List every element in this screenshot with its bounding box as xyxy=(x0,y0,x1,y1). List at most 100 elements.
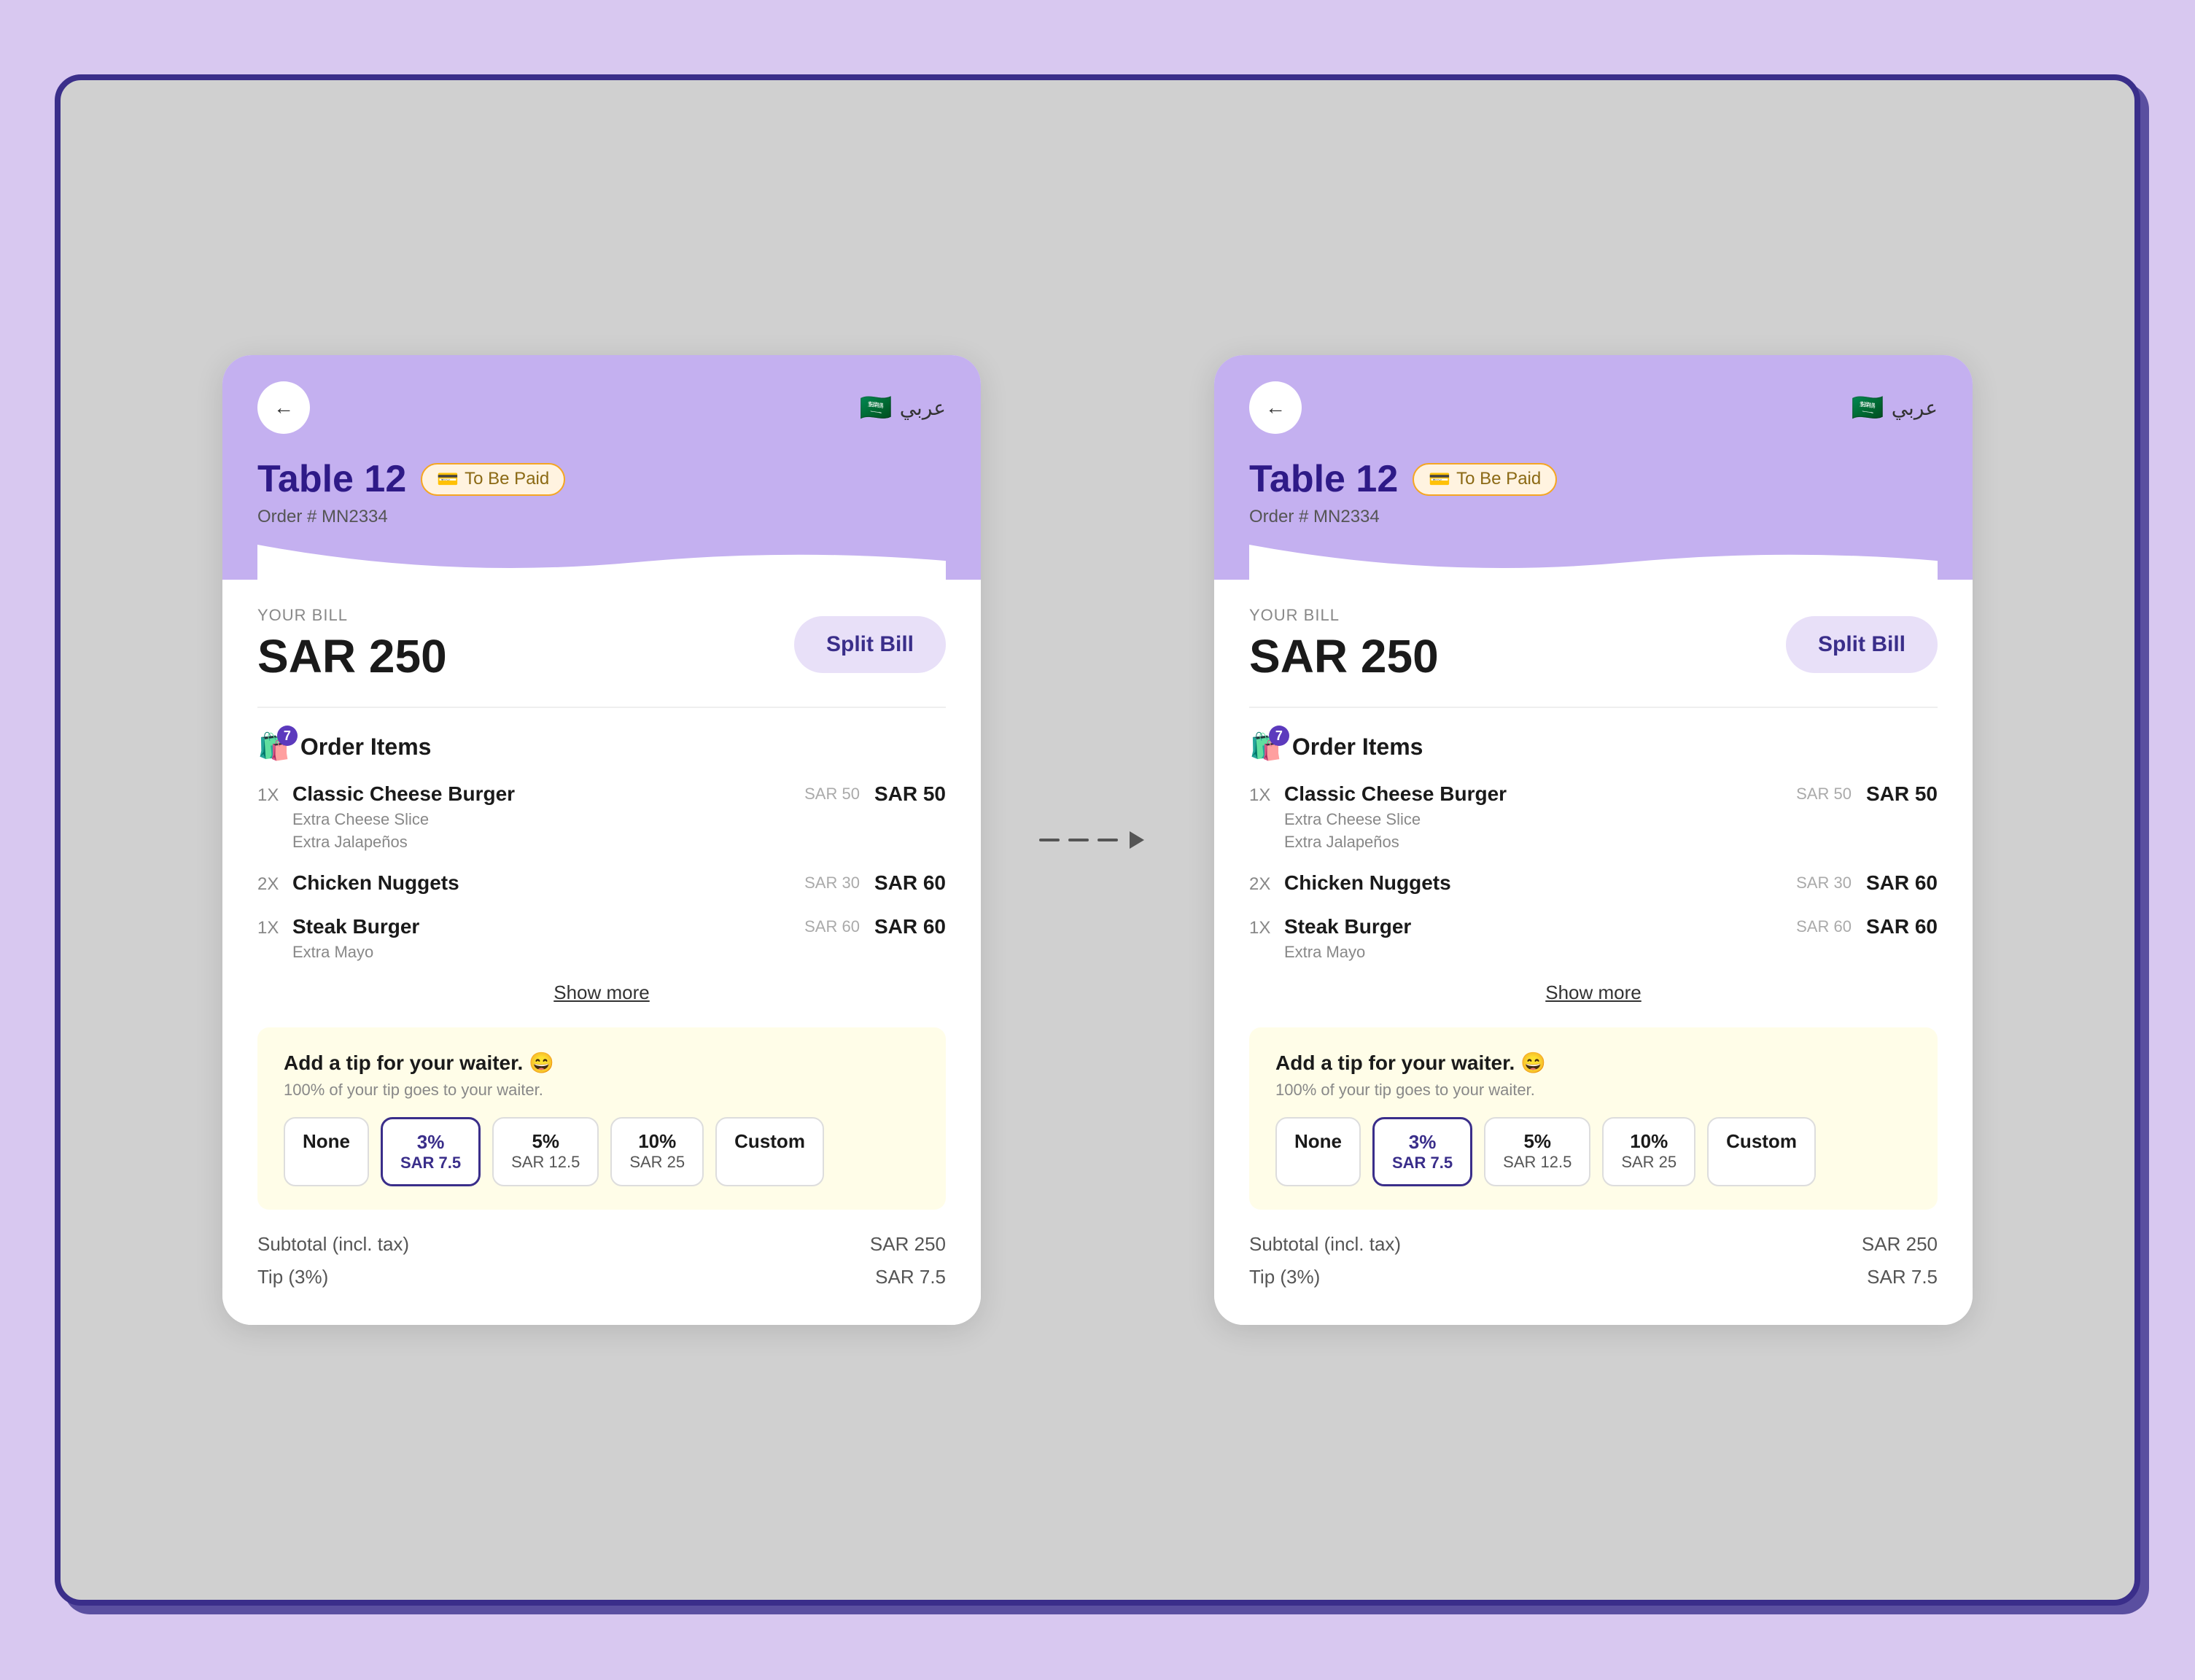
wave-right xyxy=(1249,545,1938,580)
summary-subtotal-right: Subtotal (incl. tax) SAR 250 xyxy=(1249,1233,1938,1256)
tip-label-right: Tip (3%) xyxy=(1249,1266,1320,1288)
order-item-0-left: 1X Classic Cheese Burger Extra Cheese Sl… xyxy=(257,782,946,854)
dash-1 xyxy=(1039,839,1060,841)
item-qty-0-left: 1X xyxy=(257,785,292,806)
status-badge-right: 💳 To Be Paid xyxy=(1413,463,1557,496)
tip-options-right: None 3% SAR 7.5 5% SAR 12.5 10% SAR 25 xyxy=(1275,1117,1911,1186)
order-item-1-left: 2X Chicken Nuggets SAR 30 SAR 60 xyxy=(257,871,946,898)
tip-section-right: Add a tip for your waiter. 😄 100% of you… xyxy=(1249,1027,1938,1210)
order-num-left: Order # MN2334 xyxy=(257,507,946,527)
item-unit-2-left: SAR 60 xyxy=(804,917,860,936)
item-qty-0-right: 1X xyxy=(1249,785,1284,806)
item-prices-1-left: SAR 30 SAR 60 xyxy=(804,871,946,895)
split-bill-button-left[interactable]: Split Bill xyxy=(794,616,946,673)
order-icon-left: 🛍️7 xyxy=(257,731,290,762)
item-mod-2a-right: Extra Mayo xyxy=(1284,941,1796,964)
bill-label-left: YOUR BILL xyxy=(257,606,447,625)
item-prices-2-right: SAR 60 SAR 60 xyxy=(1796,915,1938,938)
lang-toggle-right[interactable]: عربي 🇸🇦 xyxy=(1852,392,1938,423)
show-more-link-left[interactable]: Show more xyxy=(553,981,650,1003)
item-prices-0-right: SAR 50 SAR 50 xyxy=(1796,782,1938,806)
order-count-right: 7 xyxy=(1269,726,1289,746)
status-badge-left: 💳 To Be Paid xyxy=(421,463,565,496)
item-total-0-left: SAR 50 xyxy=(874,782,946,806)
table-title-left: Table 12 xyxy=(257,457,406,501)
item-details-1-right: Chicken Nuggets xyxy=(1284,871,1796,898)
back-button-right[interactable]: ← xyxy=(1249,381,1302,434)
bill-amount-right: SAR 250 xyxy=(1249,629,1439,683)
subtotal-value-left: SAR 250 xyxy=(870,1233,946,1256)
bill-row-left: YOUR BILL SAR 250 Split Bill xyxy=(257,606,946,683)
body-right: YOUR BILL SAR 250 Split Bill 🛍️7 Order I… xyxy=(1214,580,1973,1324)
order-header-right: 🛍️7 Order Items xyxy=(1249,731,1938,762)
item-unit-1-right: SAR 30 xyxy=(1796,874,1852,892)
tip-5-left[interactable]: 5% SAR 12.5 xyxy=(492,1117,599,1186)
show-more-left: Show more xyxy=(257,981,946,1004)
status-icon-right: 💳 xyxy=(1429,469,1450,490)
order-num-right: Order # MN2334 xyxy=(1249,507,1938,527)
item-details-0-right: Classic Cheese Burger Extra Cheese Slice… xyxy=(1284,782,1796,854)
order-icon-right: 🛍️7 xyxy=(1249,731,1282,762)
item-mod-0a-right: Extra Cheese Slice xyxy=(1284,809,1796,831)
item-prices-2-left: SAR 60 SAR 60 xyxy=(804,915,946,938)
order-label-right: Order Items xyxy=(1292,734,1423,761)
header-right: ← عربي 🇸🇦 Table 12 💳 To Be Paid Order # … xyxy=(1214,355,1973,580)
tip-none-right[interactable]: None xyxy=(1275,1117,1361,1186)
item-mod-2a-left: Extra Mayo xyxy=(292,941,804,964)
lang-toggle-left[interactable]: عربي 🇸🇦 xyxy=(860,392,946,423)
item-qty-2-left: 1X xyxy=(257,918,292,938)
flag-icon-left: 🇸🇦 xyxy=(860,392,893,423)
item-unit-0-left: SAR 50 xyxy=(804,785,860,804)
status-icon-left: 💳 xyxy=(437,469,459,490)
item-details-1-left: Chicken Nuggets xyxy=(292,871,804,898)
order-item-2-right: 1X Steak Burger Extra Mayo SAR 60 SAR 60 xyxy=(1249,915,1938,964)
item-total-1-right: SAR 60 xyxy=(1866,871,1938,895)
back-button-left[interactable]: ← xyxy=(257,381,310,434)
tip-title-right: Add a tip for your waiter. 😄 xyxy=(1275,1051,1911,1075)
tip-3-right[interactable]: 3% SAR 7.5 xyxy=(1372,1117,1472,1186)
header-left: ← عربي 🇸🇦 Table 12 💳 To Be Paid Order # … xyxy=(222,355,981,580)
item-name-1-right: Chicken Nuggets xyxy=(1284,871,1796,895)
subtotal-value-right: SAR 250 xyxy=(1862,1233,1938,1256)
order-item-1-right: 2X Chicken Nuggets SAR 30 SAR 60 xyxy=(1249,871,1938,898)
item-name-0-right: Classic Cheese Burger xyxy=(1284,782,1796,806)
item-mod-0b-left: Extra Jalapeños xyxy=(292,831,804,854)
divider-left xyxy=(257,707,946,708)
item-name-2-right: Steak Burger xyxy=(1284,915,1796,938)
divider-right xyxy=(1249,707,1938,708)
tip-3-left[interactable]: 3% SAR 7.5 xyxy=(381,1117,481,1186)
tip-options-left: None 3% SAR 7.5 5% SAR 12.5 10% SAR 25 xyxy=(284,1117,920,1186)
item-qty-1-right: 2X xyxy=(1249,874,1284,895)
item-total-1-left: SAR 60 xyxy=(874,871,946,895)
dash-3 xyxy=(1098,839,1118,841)
flag-icon-right: 🇸🇦 xyxy=(1852,392,1884,423)
tip-10-right[interactable]: 10% SAR 25 xyxy=(1602,1117,1695,1186)
table-title-right: Table 12 xyxy=(1249,457,1398,501)
tip-custom-left[interactable]: Custom xyxy=(715,1117,824,1186)
item-total-2-left: SAR 60 xyxy=(874,915,946,938)
dash-2 xyxy=(1068,839,1089,841)
lang-label-right: عربي xyxy=(1892,396,1938,420)
item-unit-2-right: SAR 60 xyxy=(1796,917,1852,936)
split-bill-button-right[interactable]: Split Bill xyxy=(1786,616,1938,673)
tip-5-right[interactable]: 5% SAR 12.5 xyxy=(1484,1117,1590,1186)
lang-label-left: عربي xyxy=(900,396,946,420)
order-label-left: Order Items xyxy=(300,734,432,761)
arrow-head-icon xyxy=(1130,831,1144,849)
tip-10-left[interactable]: 10% SAR 25 xyxy=(610,1117,704,1186)
tip-none-left[interactable]: None xyxy=(284,1117,369,1186)
back-arrow-icon-left: ← xyxy=(273,396,294,419)
order-item-2-left: 1X Steak Burger Extra Mayo SAR 60 SAR 60 xyxy=(257,915,946,964)
item-mod-0a-left: Extra Cheese Slice xyxy=(292,809,804,831)
bill-row-right: YOUR BILL SAR 250 Split Bill xyxy=(1249,606,1938,683)
show-more-link-right[interactable]: Show more xyxy=(1545,981,1642,1003)
item-details-2-left: Steak Burger Extra Mayo xyxy=(292,915,804,964)
bill-amount-left: SAR 250 xyxy=(257,629,447,683)
item-name-0-left: Classic Cheese Burger xyxy=(292,782,804,806)
arrow-connector xyxy=(1039,839,1156,841)
item-details-0-left: Classic Cheese Burger Extra Cheese Slice… xyxy=(292,782,804,854)
table-info-left: Table 12 💳 To Be Paid Order # MN2334 xyxy=(257,457,946,527)
tip-custom-right[interactable]: Custom xyxy=(1707,1117,1816,1186)
item-qty-2-right: 1X xyxy=(1249,918,1284,938)
tip-section-left: Add a tip for your waiter. 😄 100% of you… xyxy=(257,1027,946,1210)
